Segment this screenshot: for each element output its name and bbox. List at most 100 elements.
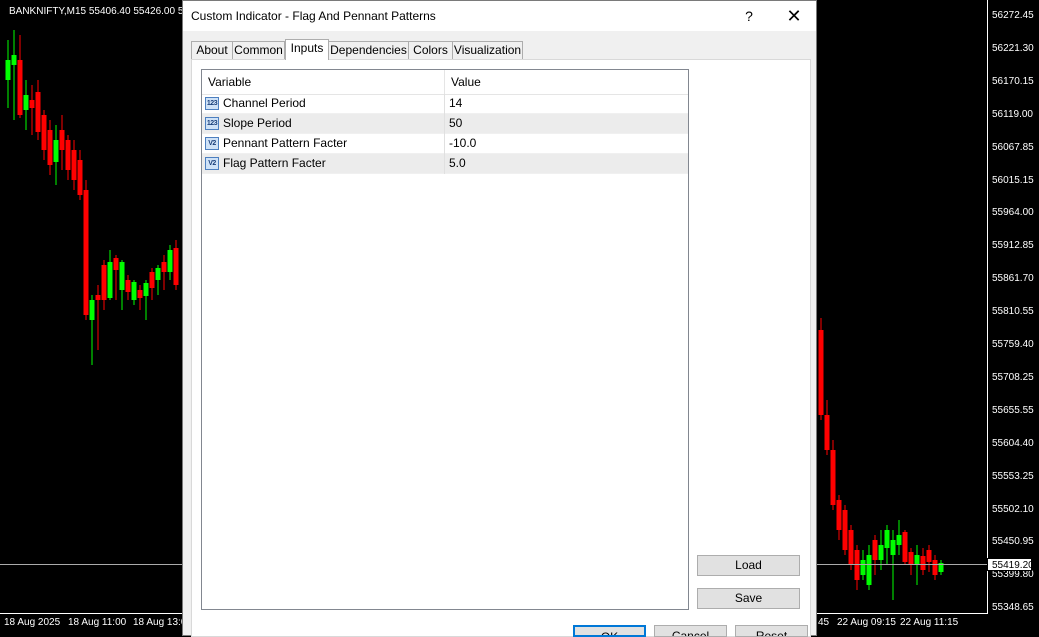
- tab-common[interactable]: Common: [232, 41, 285, 59]
- inputs-grid[interactable]: Variable Value 123 Channel Period 14 123…: [201, 69, 689, 610]
- current-price-label: 55419.20: [987, 558, 1034, 571]
- column-header-value[interactable]: Value: [445, 70, 688, 94]
- candle-body: [173, 248, 179, 285]
- candle-body: [65, 140, 71, 170]
- grid-header: Variable Value: [202, 70, 688, 95]
- cell-divider: [444, 94, 445, 114]
- load-button[interactable]: Load: [697, 555, 800, 576]
- table-row[interactable]: 123 Slope Period 50: [202, 114, 688, 134]
- candle-body: [902, 532, 908, 562]
- price-tick-label: 55912.85: [992, 240, 1034, 252]
- candle-body: [866, 555, 872, 585]
- candle-body: [818, 330, 824, 415]
- tab-inputs[interactable]: Inputs: [285, 39, 329, 60]
- indicator-dialog: Custom Indicator - Flag And Pennant Patt…: [182, 0, 817, 637]
- candle-body: [53, 140, 59, 162]
- save-button[interactable]: Save: [697, 588, 800, 609]
- price-tick-label: 56067.85: [992, 141, 1034, 153]
- price-tick-label: 55604.40: [992, 437, 1034, 449]
- variable-value[interactable]: 14: [449, 94, 462, 114]
- candle-body: [125, 280, 131, 292]
- candle-body: [83, 190, 89, 315]
- candle-body: [71, 150, 77, 180]
- cell-divider: [444, 114, 445, 134]
- time-tick-label: 22 Aug 09:15: [837, 617, 896, 628]
- price-tick-label: 55348.65: [992, 602, 1034, 614]
- variable-value[interactable]: 5.0: [449, 154, 466, 174]
- help-button[interactable]: ?: [738, 5, 760, 27]
- variable-value[interactable]: 50: [449, 114, 462, 134]
- candle-body: [47, 130, 53, 165]
- candle-body: [35, 92, 41, 132]
- price-tick-label: 55964.00: [992, 207, 1034, 219]
- tab-visualization[interactable]: Visualization: [452, 41, 523, 59]
- candle-body: [59, 130, 65, 150]
- candle-body: [161, 262, 167, 272]
- time-tick-label: 18 Aug 13:0: [133, 617, 187, 628]
- price-tick-label: 56015.15: [992, 174, 1034, 186]
- tab-dependencies[interactable]: Dependencies: [328, 41, 409, 59]
- price-tick-label: 56119.00: [992, 108, 1033, 120]
- variable-value[interactable]: -10.0: [449, 134, 476, 154]
- variable-name: Channel Period: [223, 96, 306, 110]
- close-button[interactable]: ✕: [781, 3, 807, 29]
- candle-body: [23, 95, 29, 110]
- table-row[interactable]: V2 Flag Pattern Facter 5.0: [202, 154, 688, 174]
- candle-body: [890, 540, 896, 555]
- column-header-variable[interactable]: Variable: [202, 70, 444, 94]
- candle-body: [854, 550, 860, 580]
- integer-icon: 123: [205, 117, 219, 130]
- price-tick-label: 55502.10: [992, 503, 1034, 515]
- price-tick-label: 55708.25: [992, 371, 1034, 383]
- candle-body: [107, 262, 113, 298]
- candle-body: [77, 160, 83, 195]
- ok-button[interactable]: OK: [573, 625, 646, 637]
- candle-body: [17, 60, 23, 115]
- integer-icon: 123: [205, 97, 219, 110]
- dialog-titlebar[interactable]: Custom Indicator - Flag And Pennant Patt…: [183, 1, 816, 31]
- candle-body: [932, 560, 938, 575]
- candle-body: [113, 258, 119, 270]
- candle-body: [143, 283, 149, 296]
- candle-body: [872, 540, 878, 560]
- price-tick-label: 56272.45: [992, 10, 1034, 21]
- candle-body: [167, 250, 173, 272]
- candle-body: [824, 415, 830, 450]
- price-tick-label: 55759.40: [992, 339, 1034, 350]
- candle-body: [896, 535, 902, 545]
- price-tick-label: 55655.55: [992, 404, 1034, 416]
- candle-body: [842, 510, 848, 550]
- candle-body: [884, 530, 890, 548]
- time-tick-label: 18 Aug 2025: [4, 617, 61, 628]
- table-row[interactable]: V2 Pennant Pattern Facter -10.0: [202, 134, 688, 154]
- candle-body: [119, 262, 125, 290]
- candle-body: [878, 545, 884, 560]
- variable-name: Flag Pattern Facter: [223, 156, 326, 170]
- reset-button[interactable]: Reset: [735, 625, 808, 637]
- candle-body: [95, 295, 101, 300]
- cancel-button[interactable]: Cancel: [654, 625, 727, 637]
- candle-body: [29, 100, 35, 108]
- candle-body: [830, 450, 836, 505]
- tab-colors[interactable]: Colors: [408, 41, 453, 59]
- candle-body: [131, 282, 137, 300]
- variable-name: Slope Period: [223, 116, 292, 130]
- price-axis-line: [987, 0, 988, 614]
- candle-body: [860, 560, 866, 575]
- table-row[interactable]: 123 Channel Period 14: [202, 94, 688, 114]
- candle-body: [101, 265, 107, 300]
- variable-name: Pennant Pattern Facter: [223, 136, 348, 150]
- price-tick-label: 56221.30: [992, 42, 1034, 54]
- cell-divider: [444, 154, 445, 174]
- tab-about[interactable]: About: [191, 41, 233, 59]
- price-tick-label: 55553.25: [992, 470, 1034, 482]
- time-tick-label: 22 Aug 11:15: [900, 617, 959, 628]
- candle-body: [89, 300, 95, 320]
- time-tick-label: 18 Aug 11:00: [68, 617, 127, 628]
- price-tick-label: 55450.95: [992, 536, 1034, 548]
- candle-body: [41, 115, 47, 150]
- candle-body: [848, 530, 854, 565]
- price-tick-label: 55861.70: [992, 273, 1034, 285]
- double-icon: V2: [205, 137, 219, 150]
- chart-title: BANKNIFTY,M15 55406.40 55426.00 55: [9, 6, 189, 17]
